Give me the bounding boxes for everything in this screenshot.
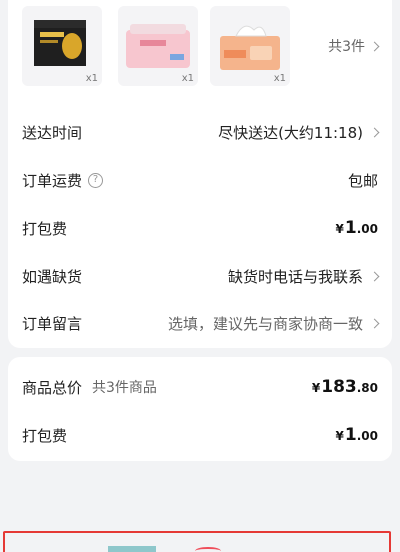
shipping-fee-label: 订单运费 [22, 171, 83, 190]
delivery-time-row[interactable]: 送达时间 尽快送达(大约11:18) [22, 120, 380, 144]
product-thumb[interactable]: x1 [118, 6, 198, 86]
summary-packing-price: ¥1.00 [335, 425, 378, 445]
order-detail-card: x1 x1 x1 共3件 送达时间 尽快送达(大约11:18) 订单运费 ? 包… [8, 0, 392, 348]
total-price-row: 商品总价 共3件商品 ¥183.80 [22, 375, 378, 399]
delivery-time-label: 送达时间 [22, 123, 83, 142]
product-thumb[interactable]: x1 [210, 6, 290, 86]
product-count-label: 共3件 [328, 39, 365, 55]
quantity-label: x1 [85, 73, 98, 84]
total-price: ¥183.80 [311, 377, 378, 397]
banner-graphic [195, 547, 221, 552]
total-price-label: 商品总价 [22, 378, 83, 397]
shipping-fee-value: 包邮 [347, 171, 378, 190]
delivery-time-value: 尽快送达(大约11:18) [218, 123, 363, 142]
out-of-stock-label: 如遇缺货 [22, 267, 83, 286]
chevron-right-icon [369, 271, 380, 281]
packing-fee-label: 打包费 [22, 219, 68, 238]
quantity-label: x1 [181, 73, 194, 84]
chevron-right-icon [369, 318, 380, 328]
product-thumb[interactable]: x1 [22, 6, 102, 86]
order-note-row[interactable]: 订单留言 选填，建议先与商家协商一致 [22, 311, 380, 335]
price-summary-card: 商品总价 共3件商品 ¥183.80 打包费 ¥1.00 [8, 357, 392, 461]
out-of-stock-value: 缺货时电话与我联系 [227, 267, 363, 286]
total-items-count: 共3件商品 [92, 380, 157, 396]
banner-graphic [108, 546, 156, 552]
out-of-stock-row[interactable]: 如遇缺货 缺货时电话与我联系 [22, 264, 380, 288]
help-icon[interactable]: ? [88, 172, 104, 188]
order-note-placeholder: 选填，建议先与商家协商一致 [167, 314, 363, 333]
order-note-label: 订单留言 [22, 314, 83, 333]
summary-packing-row: 打包费 ¥1.00 [22, 423, 378, 447]
chevron-right-icon [369, 127, 380, 137]
chevron-right-icon [369, 41, 380, 51]
shipping-fee-row: 订单运费 ? 包邮 [22, 168, 378, 192]
packing-fee-row: 打包费 ¥1.00 [22, 216, 378, 240]
product-count-link[interactable]: 共3件 [328, 36, 380, 56]
summary-packing-label: 打包费 [22, 426, 68, 445]
quantity-label: x1 [273, 73, 286, 84]
packing-fee-price: ¥1.00 [335, 218, 378, 238]
